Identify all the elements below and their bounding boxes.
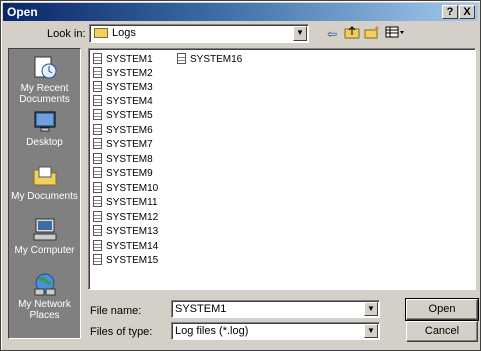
text-file-icon: [93, 124, 102, 135]
text-file-icon: [93, 182, 102, 193]
recent-documents-icon: [34, 56, 56, 79]
list-item[interactable]: SYSTEM12: [93, 211, 158, 225]
list-item[interactable]: SYSTEM2: [93, 67, 153, 81]
text-file-icon: [93, 196, 102, 207]
place-my-documents[interactable]: My Documents: [9, 163, 80, 202]
text-file-icon: [93, 138, 102, 149]
close-button[interactable]: X: [459, 5, 475, 19]
list-item[interactable]: SYSTEM3: [93, 81, 153, 95]
my-computer-icon: [33, 218, 56, 241]
places-bar: My Recent Documents Desktop My Documents: [8, 48, 81, 339]
open-dialog: Open ? X Look in: Logs ▼ ⇦ My Recent Doc…: [0, 0, 481, 351]
file-type-select[interactable]: Log files (*.log) ▼: [171, 322, 380, 340]
look-in-combo[interactable]: Logs ▼: [89, 24, 309, 43]
chevron-down-icon[interactable]: ▼: [293, 26, 307, 41]
help-button[interactable]: ?: [442, 5, 458, 19]
list-item[interactable]: SYSTEM9: [93, 167, 153, 181]
look-in-value: Logs: [112, 27, 136, 39]
text-file-icon: [93, 53, 102, 64]
cancel-button[interactable]: Cancel: [406, 321, 478, 342]
desktop-icon: [34, 111, 55, 132]
place-label: My Computer: [14, 245, 75, 256]
text-file-icon: [177, 53, 186, 64]
list-item[interactable]: SYSTEM5: [93, 109, 153, 123]
dialog-title: Open: [7, 5, 38, 19]
file-list[interactable]: SYSTEM1 SYSTEM2 SYSTEM3 SYSTEM4 SYSTEM5 …: [88, 48, 476, 290]
up-folder-icon[interactable]: [343, 25, 361, 43]
file-name-field[interactable]: SYSTEM1 ▼: [171, 300, 380, 318]
chevron-down-icon[interactable]: ▼: [364, 302, 378, 316]
text-file-icon: [93, 254, 102, 265]
network-places-icon: [34, 273, 55, 296]
list-item[interactable]: SYSTEM11: [93, 196, 158, 210]
view-menu-icon[interactable]: [384, 25, 406, 43]
look-in-label: Look in:: [47, 28, 86, 40]
place-network-places[interactable]: My Network Places: [9, 271, 80, 321]
list-item[interactable]: SYSTEM7: [93, 138, 153, 152]
list-item[interactable]: SYSTEM13: [93, 225, 158, 239]
file-name-label: File name:: [90, 305, 142, 317]
title-bar[interactable]: Open ? X: [3, 3, 478, 21]
list-item[interactable]: SYSTEM16: [177, 53, 242, 67]
list-item[interactable]: SYSTEM8: [93, 153, 153, 167]
text-file-icon: [93, 109, 102, 120]
place-label: Desktop: [26, 137, 63, 148]
text-file-icon: [93, 225, 102, 236]
new-folder-icon[interactable]: [363, 25, 381, 43]
back-arrow-icon[interactable]: ⇦: [323, 25, 341, 43]
text-file-icon: [93, 211, 102, 222]
place-label: My Documents: [11, 191, 78, 202]
chevron-down-icon[interactable]: ▼: [364, 324, 378, 338]
text-file-icon: [93, 81, 102, 92]
place-label: My Recent Documents: [19, 83, 70, 105]
list-item[interactable]: SYSTEM15: [93, 254, 158, 268]
place-label: My Network Places: [18, 299, 71, 321]
my-documents-icon: [33, 166, 56, 186]
file-type-value: Log files (*.log): [175, 325, 249, 337]
list-item[interactable]: SYSTEM1: [93, 53, 153, 67]
list-item[interactable]: SYSTEM14: [93, 240, 158, 254]
list-item[interactable]: SYSTEM10: [93, 182, 158, 196]
text-file-icon: [93, 95, 102, 106]
text-file-icon: [93, 167, 102, 178]
folder-icon: [94, 28, 108, 38]
list-item[interactable]: SYSTEM4: [93, 95, 153, 109]
place-desktop[interactable]: Desktop: [9, 109, 80, 148]
place-recent-documents[interactable]: My Recent Documents: [9, 55, 80, 105]
file-name-value: SYSTEM1: [175, 303, 227, 315]
text-file-icon: [93, 67, 102, 78]
place-my-computer[interactable]: My Computer: [9, 217, 80, 256]
text-file-icon: [93, 153, 102, 164]
text-file-icon: [93, 240, 102, 251]
files-of-type-label: Files of type:: [90, 326, 153, 338]
list-item[interactable]: SYSTEM6: [93, 124, 153, 138]
open-button[interactable]: Open: [405, 298, 479, 321]
